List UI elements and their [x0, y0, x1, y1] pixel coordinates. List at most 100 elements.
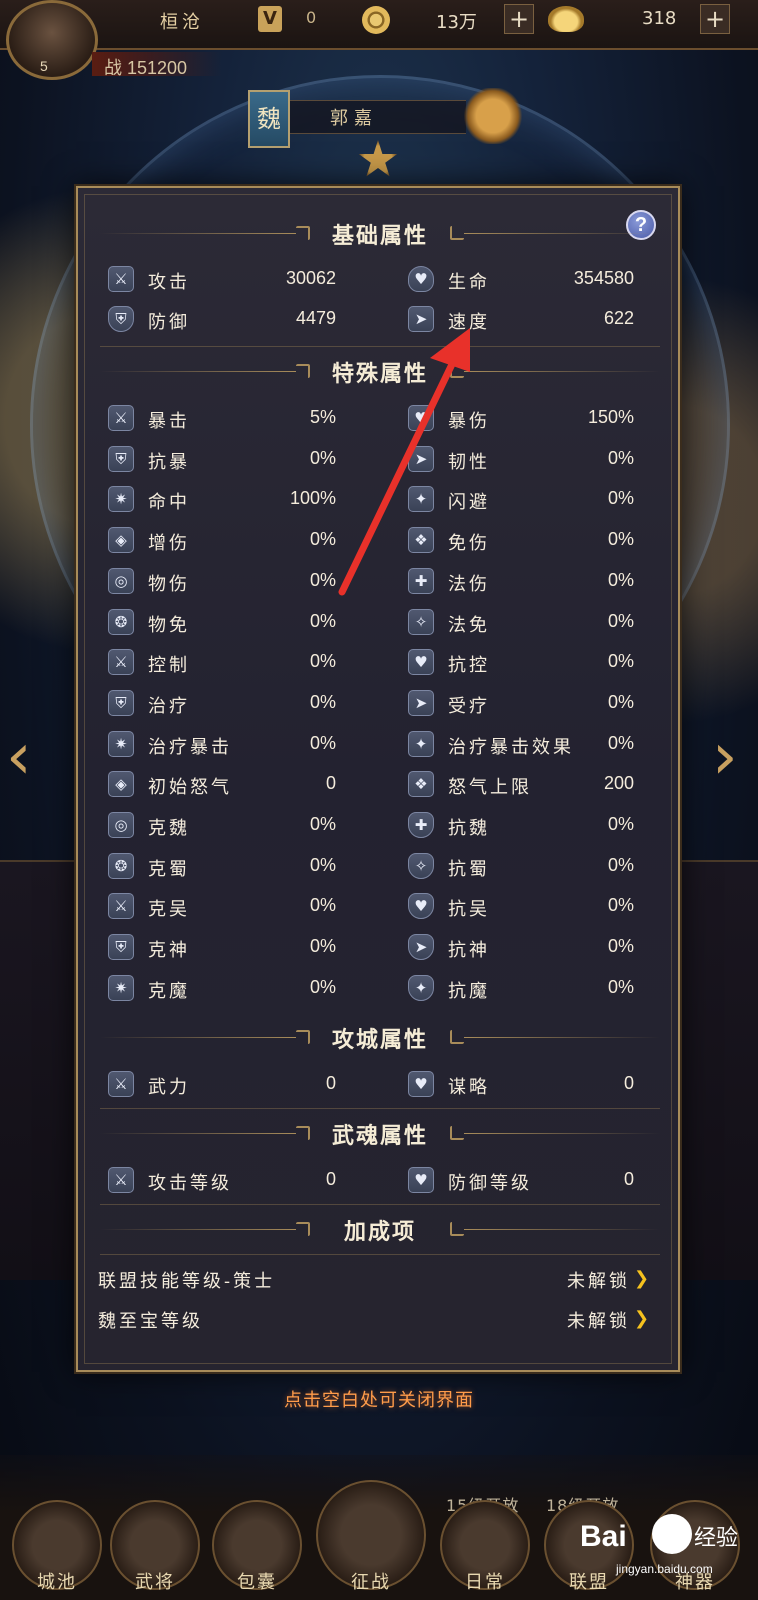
stat-label: 增伤	[148, 533, 190, 555]
stat-row: ➤ 韧性 0%	[408, 443, 634, 477]
nav-bag-label[interactable]: 包囊	[212, 1568, 302, 1594]
stat-value: 4479	[295, 308, 336, 328]
vip-level: 0	[306, 8, 317, 27]
stat-row: ❖ 怒气上限 200	[408, 768, 634, 802]
player-name: 桓沧	[160, 12, 204, 33]
stat-row: ✧ 抗蜀 0%	[408, 850, 634, 884]
stat-label: 克魔	[148, 980, 190, 1002]
ingot-amount: 318	[642, 8, 677, 29]
stat-value: 0%	[309, 610, 336, 631]
stat-value: 0	[325, 773, 336, 794]
heal-icon: ⛨	[108, 689, 134, 716]
resist-demon-icon: ✦	[408, 974, 434, 1001]
stat-row: ◈ 增伤 0%	[108, 524, 336, 558]
shield-icon: ⛨	[108, 306, 134, 332]
bonus-row-alliance-skill[interactable]: 联盟技能等级-策士 未解锁 ❯	[98, 1262, 658, 1296]
combat-power: 战 151200	[104, 58, 188, 78]
stat-label: 抗魔	[448, 980, 490, 1002]
stat-label: 物伤	[148, 573, 190, 595]
stat-label: 治疗	[148, 695, 190, 717]
divider	[100, 1108, 660, 1109]
stat-value: 0%	[607, 569, 634, 590]
stat-value: 0%	[607, 488, 634, 509]
stat-value: 0%	[309, 814, 336, 834]
stat-value: 0%	[309, 936, 336, 957]
chevron-right-icon[interactable]: ❯	[634, 1310, 652, 1328]
stat-label: 暴伤	[448, 411, 490, 432]
stat-value: 354580	[573, 268, 634, 288]
stat-label: 抗神	[448, 940, 490, 962]
stat-row: ◎ 克魏 0%	[108, 809, 336, 843]
stat-value: 5%	[309, 407, 336, 427]
section-basic-header: 基础属性	[100, 216, 660, 250]
stat-value: 0%	[309, 732, 336, 753]
add-coins-button[interactable]: +	[504, 4, 534, 34]
control-resist-icon: ♥	[408, 649, 434, 676]
physical-damage-icon: ◎	[108, 567, 134, 594]
stat-value: 0%	[309, 529, 336, 550]
speed-icon: ➤	[408, 306, 434, 332]
watermark-suffix: 经验	[694, 1526, 739, 1551]
section-title: 攻城属性	[331, 1027, 428, 1053]
stat-value: 0%	[309, 447, 336, 468]
stat-row: ⛨ 防御 4479	[108, 303, 336, 337]
counter-wu-icon: ⚔	[108, 893, 134, 920]
watermark-text: Bai	[580, 1520, 627, 1553]
stat-value: 0%	[607, 610, 634, 631]
nav-battle-label[interactable]: 征战	[326, 1568, 416, 1594]
next-hero-arrow-icon[interactable]: ›	[712, 720, 752, 820]
watermark-url: jingyan.baidu.com	[616, 1562, 713, 1576]
nav-city-label[interactable]: 城池	[12, 1568, 102, 1594]
stat-row: ❂ 物免 0%	[108, 606, 336, 640]
close-hint[interactable]: 点击空白处可关闭界面	[0, 1386, 758, 1412]
divider	[100, 346, 660, 347]
tenacity-icon: ➤	[408, 445, 434, 472]
prev-hero-arrow-icon[interactable]: ‹	[6, 720, 46, 820]
stat-value: 0%	[607, 976, 634, 997]
magic-damage-icon: ✚	[408, 567, 434, 594]
stat-value: 0%	[607, 447, 634, 468]
faction-badge: 魏	[248, 90, 290, 148]
add-ingots-button[interactable]: +	[700, 4, 730, 34]
stat-value: 0	[623, 1073, 634, 1093]
stat-row: ⚔ 暴击 5%	[108, 402, 336, 436]
stat-label: 法免	[448, 614, 490, 636]
divider	[100, 1204, 660, 1205]
attack-level-icon: ⚔	[108, 1167, 134, 1193]
vip-icon[interactable]: V	[258, 6, 282, 32]
stat-label: 速度	[448, 312, 490, 333]
coin-amount: 13万	[436, 12, 477, 33]
stat-row: ✷ 命中 100%	[108, 483, 336, 517]
stat-row: ➤ 受疗 0%	[408, 687, 634, 721]
stat-label: 治疗暴击效果	[448, 736, 574, 758]
stat-label: 控制	[148, 655, 190, 677]
stat-label: 防御等级	[448, 1173, 532, 1194]
section-title: 特殊属性	[331, 361, 428, 387]
nav-generals-label[interactable]: 武将	[110, 1568, 200, 1594]
nav-daily-label[interactable]: 日常	[440, 1568, 530, 1594]
heal-crit-effect-icon: ✦	[408, 730, 434, 757]
crit-damage-icon: ♥	[408, 405, 434, 431]
damage-boost-icon: ◈	[108, 527, 134, 554]
stat-row: ♥ 防御等级 0	[408, 1164, 634, 1198]
stat-value: 0%	[607, 936, 634, 957]
bonus-status: 未解锁	[567, 1311, 630, 1332]
divider	[100, 1254, 660, 1255]
stat-label: 武力	[148, 1077, 190, 1098]
strategy-icon: ♥	[408, 1071, 434, 1097]
chevron-right-icon[interactable]: ❯	[634, 1270, 652, 1288]
bonus-row-treasure[interactable]: 魏至宝等级 未解锁 ❯	[98, 1302, 658, 1336]
stat-value: 0%	[309, 895, 336, 916]
stat-row: ❂ 克蜀 0%	[108, 850, 336, 884]
bonus-label: 联盟技能等级-策士	[98, 1271, 276, 1292]
stat-label: 免伤	[448, 533, 490, 555]
stat-row: ❖ 免伤 0%	[408, 524, 634, 558]
stat-label: 克吴	[148, 899, 190, 921]
stat-row: ✦ 闪避 0%	[408, 483, 634, 517]
stat-row: ⛨ 克神 0%	[108, 931, 336, 965]
stat-value: 0%	[309, 691, 336, 712]
section-special-header: 特殊属性	[100, 354, 660, 388]
stat-label: 命中	[148, 492, 190, 514]
player-avatar[interactable]	[6, 0, 98, 80]
stat-value: 150%	[587, 407, 634, 427]
